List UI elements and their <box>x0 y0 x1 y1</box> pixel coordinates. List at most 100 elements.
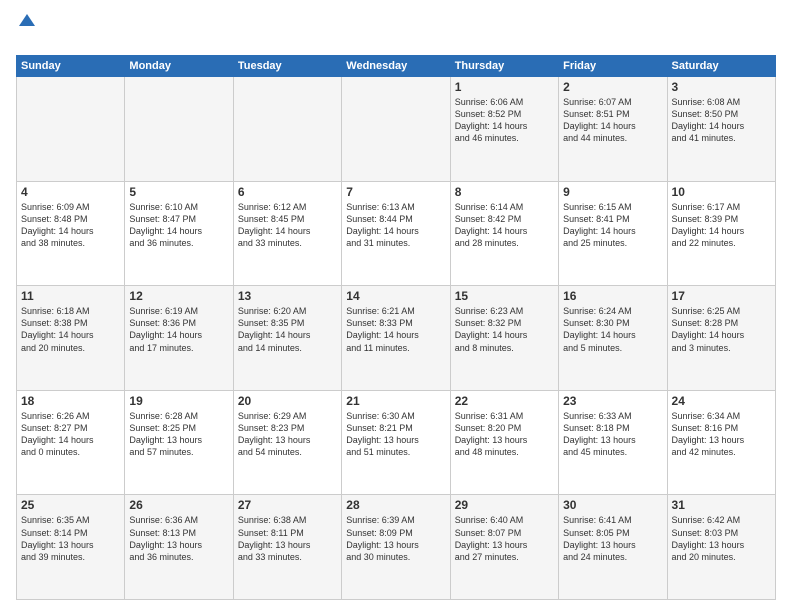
day-number: 12 <box>129 289 228 303</box>
cell-content: Sunrise: 6:12 AMSunset: 8:45 PMDaylight:… <box>238 201 337 250</box>
day-number: 4 <box>21 185 120 199</box>
calendar-cell: 25 Sunrise: 6:35 AMSunset: 8:14 PMDayligh… <box>17 495 125 600</box>
calendar-header-friday: Friday <box>559 56 667 77</box>
calendar-cell: 2Sunrise: 6:07 AMSunset: 8:51 PMDaylight… <box>559 77 667 182</box>
cell-content: Sunrise: 6:36 AMSunset: 8:13 PMDaylight:… <box>129 514 228 563</box>
calendar-cell: 21 Sunrise: 6:30 AMSunset: 8:21 PMDayligh… <box>342 390 450 495</box>
calendar-cell: 24 Sunrise: 6:34 AMSunset: 8:16 PMDayligh… <box>667 390 775 495</box>
day-number: 24 <box>672 394 771 408</box>
calendar-cell: 7 Sunrise: 6:13 AMSunset: 8:44 PMDaylight… <box>342 181 450 286</box>
calendar-cell: 17Sunrise: 6:25 AMSunset: 8:28 PMDayligh… <box>667 286 775 391</box>
cell-content: Sunrise: 6:19 AMSunset: 8:36 PMDaylight:… <box>129 305 228 354</box>
calendar-header-monday: Monday <box>125 56 233 77</box>
header <box>16 12 776 47</box>
day-number: 21 <box>346 394 445 408</box>
cell-content: Sunrise: 6:09 AMSunset: 8:48 PMDaylight:… <box>21 201 120 250</box>
calendar-cell: 18 Sunrise: 6:26 AMSunset: 8:27 PMDayligh… <box>17 390 125 495</box>
cell-content: Sunrise: 6:08 AMSunset: 8:50 PMDaylight:… <box>672 96 771 145</box>
day-number: 5 <box>129 185 228 199</box>
cell-content: Sunrise: 6:38 AMSunset: 8:11 PMDaylight:… <box>238 514 337 563</box>
day-number: 8 <box>455 185 554 199</box>
cell-content: Sunrise: 6:24 AMSunset: 8:30 PMDaylight:… <box>563 305 662 354</box>
calendar-week-row: 1 Sunrise: 6:06 AMSunset: 8:52 PMDaylight… <box>17 77 776 182</box>
day-number: 25 <box>21 498 120 512</box>
cell-content: Sunrise: 6:34 AMSunset: 8:16 PMDaylight:… <box>672 410 771 459</box>
cell-content: Sunrise: 6:07 AMSunset: 8:51 PMDaylight:… <box>563 96 662 145</box>
cell-content: Sunrise: 6:33 AMSunset: 8:18 PMDaylight:… <box>563 410 662 459</box>
day-number: 18 <box>21 394 120 408</box>
day-number: 30 <box>563 498 662 512</box>
day-number: 28 <box>346 498 445 512</box>
logo-icon <box>17 12 35 26</box>
day-number: 10 <box>672 185 771 199</box>
day-number: 31 <box>672 498 771 512</box>
calendar-cell: 22Sunrise: 6:31 AMSunset: 8:20 PMDayligh… <box>450 390 558 495</box>
cell-content: Sunrise: 6:23 AMSunset: 8:32 PMDaylight:… <box>455 305 554 354</box>
day-number: 15 <box>455 289 554 303</box>
calendar-cell <box>342 77 450 182</box>
cell-content: Sunrise: 6:40 AMSunset: 8:07 PMDaylight:… <box>455 514 554 563</box>
calendar-cell: 12 Sunrise: 6:19 AMSunset: 8:36 PMDayligh… <box>125 286 233 391</box>
calendar-cell: 15 Sunrise: 6:23 AMSunset: 8:32 PMDayligh… <box>450 286 558 391</box>
calendar-cell <box>125 77 233 182</box>
calendar-cell <box>17 77 125 182</box>
calendar-cell: 8 Sunrise: 6:14 AMSunset: 8:42 PMDaylight… <box>450 181 558 286</box>
calendar-week-row: 18 Sunrise: 6:26 AMSunset: 8:27 PMDayligh… <box>17 390 776 495</box>
cell-content: Sunrise: 6:15 AMSunset: 8:41 PMDaylight:… <box>563 201 662 250</box>
calendar-cell: 10 Sunrise: 6:17 AMSunset: 8:39 PMDayligh… <box>667 181 775 286</box>
page: SundayMondayTuesdayWednesdayThursdayFrid… <box>0 0 792 612</box>
cell-content: Sunrise: 6:42 AMSunset: 8:03 PMDaylight:… <box>672 514 771 563</box>
calendar-cell: 14 Sunrise: 6:21 AMSunset: 8:33 PMDayligh… <box>342 286 450 391</box>
day-number: 14 <box>346 289 445 303</box>
cell-content: Sunrise: 6:10 AMSunset: 8:47 PMDaylight:… <box>129 201 228 250</box>
calendar-cell: 3Sunrise: 6:08 AMSunset: 8:50 PMDaylight… <box>667 77 775 182</box>
cell-content: Sunrise: 6:13 AMSunset: 8:44 PMDaylight:… <box>346 201 445 250</box>
calendar-cell: 6Sunrise: 6:12 AMSunset: 8:45 PMDaylight… <box>233 181 341 286</box>
calendar-header-tuesday: Tuesday <box>233 56 341 77</box>
calendar-cell: 13 Sunrise: 6:20 AMSunset: 8:35 PMDayligh… <box>233 286 341 391</box>
cell-content: Sunrise: 6:20 AMSunset: 8:35 PMDaylight:… <box>238 305 337 354</box>
calendar-header-sunday: Sunday <box>17 56 125 77</box>
calendar-cell: 11Sunrise: 6:18 AMSunset: 8:38 PMDayligh… <box>17 286 125 391</box>
day-number: 9 <box>563 185 662 199</box>
cell-content: Sunrise: 6:29 AMSunset: 8:23 PMDaylight:… <box>238 410 337 459</box>
day-number: 17 <box>672 289 771 303</box>
calendar-cell: 5 Sunrise: 6:10 AMSunset: 8:47 PMDaylight… <box>125 181 233 286</box>
day-number: 11 <box>21 289 120 303</box>
cell-content: Sunrise: 6:26 AMSunset: 8:27 PMDaylight:… <box>21 410 120 459</box>
calendar-cell: 23 Sunrise: 6:33 AMSunset: 8:18 PMDayligh… <box>559 390 667 495</box>
calendar-cell: 16 Sunrise: 6:24 AMSunset: 8:30 PMDayligh… <box>559 286 667 391</box>
calendar-cell: 29 Sunrise: 6:40 AMSunset: 8:07 PMDayligh… <box>450 495 558 600</box>
calendar-cell: 1 Sunrise: 6:06 AMSunset: 8:52 PMDaylight… <box>450 77 558 182</box>
day-number: 19 <box>129 394 228 408</box>
cell-content: Sunrise: 6:30 AMSunset: 8:21 PMDaylight:… <box>346 410 445 459</box>
day-number: 22 <box>455 394 554 408</box>
calendar-header-wednesday: Wednesday <box>342 56 450 77</box>
day-number: 16 <box>563 289 662 303</box>
calendar-cell: 26 Sunrise: 6:36 AMSunset: 8:13 PMDayligh… <box>125 495 233 600</box>
calendar-cell: 19 Sunrise: 6:28 AMSunset: 8:25 PMDayligh… <box>125 390 233 495</box>
day-number: 1 <box>455 80 554 94</box>
calendar-cell: 30Sunrise: 6:41 AMSunset: 8:05 PMDayligh… <box>559 495 667 600</box>
calendar-table: SundayMondayTuesdayWednesdayThursdayFrid… <box>16 55 776 600</box>
calendar-week-row: 4 Sunrise: 6:09 AMSunset: 8:48 PMDaylight… <box>17 181 776 286</box>
calendar-week-row: 25 Sunrise: 6:35 AMSunset: 8:14 PMDayligh… <box>17 495 776 600</box>
day-number: 26 <box>129 498 228 512</box>
cell-content: Sunrise: 6:35 AMSunset: 8:14 PMDaylight:… <box>21 514 120 563</box>
cell-content: Sunrise: 6:14 AMSunset: 8:42 PMDaylight:… <box>455 201 554 250</box>
day-number: 20 <box>238 394 337 408</box>
day-number: 7 <box>346 185 445 199</box>
cell-content: Sunrise: 6:28 AMSunset: 8:25 PMDaylight:… <box>129 410 228 459</box>
calendar-cell <box>233 77 341 182</box>
cell-content: Sunrise: 6:21 AMSunset: 8:33 PMDaylight:… <box>346 305 445 354</box>
day-number: 13 <box>238 289 337 303</box>
calendar-cell: 27Sunrise: 6:38 AMSunset: 8:11 PMDayligh… <box>233 495 341 600</box>
calendar-cell: 4 Sunrise: 6:09 AMSunset: 8:48 PMDaylight… <box>17 181 125 286</box>
cell-content: Sunrise: 6:17 AMSunset: 8:39 PMDaylight:… <box>672 201 771 250</box>
calendar-cell: 31 Sunrise: 6:42 AMSunset: 8:03 PMDayligh… <box>667 495 775 600</box>
cell-content: Sunrise: 6:06 AMSunset: 8:52 PMDaylight:… <box>455 96 554 145</box>
day-number: 23 <box>563 394 662 408</box>
calendar-cell: 9 Sunrise: 6:15 AMSunset: 8:41 PMDaylight… <box>559 181 667 286</box>
cell-content: Sunrise: 6:39 AMSunset: 8:09 PMDaylight:… <box>346 514 445 563</box>
day-number: 29 <box>455 498 554 512</box>
